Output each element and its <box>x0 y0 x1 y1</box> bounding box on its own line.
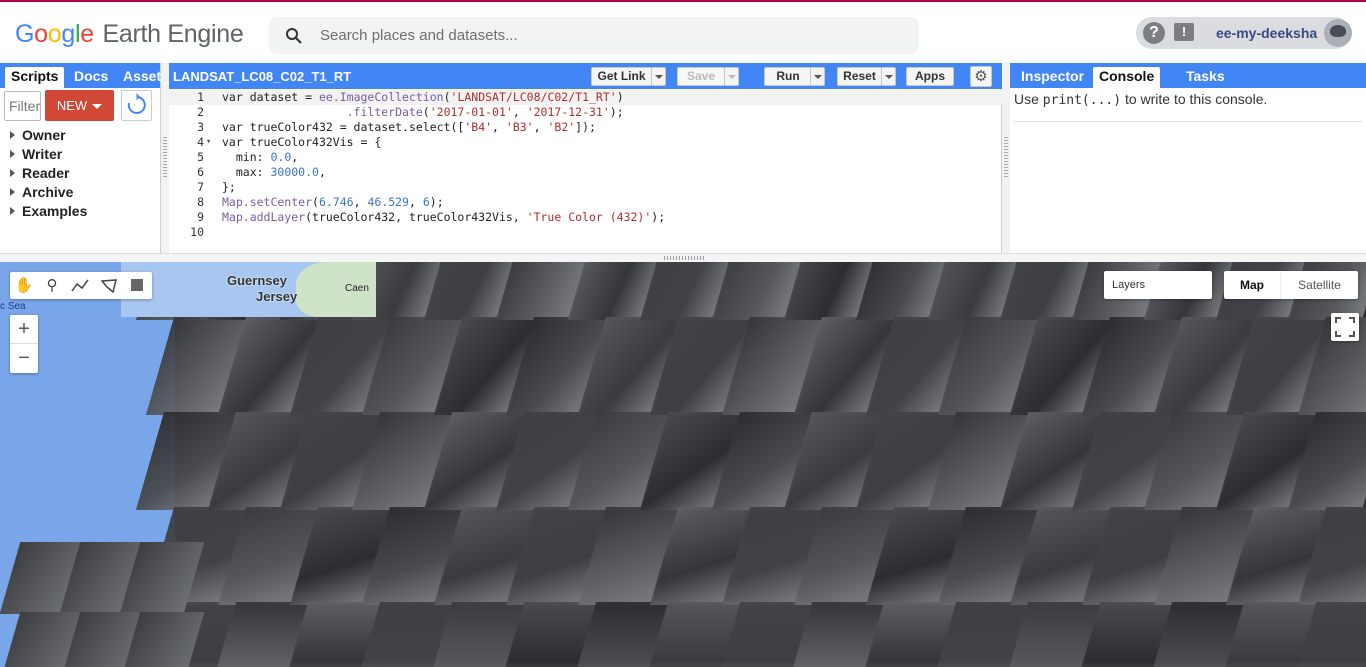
apps-button[interactable]: Apps <box>906 67 954 86</box>
get-link-button[interactable]: Get Link <box>591 67 652 86</box>
fullscreen-button[interactable] <box>1331 313 1359 341</box>
tree-item-examples[interactable]: Examples <box>10 202 87 221</box>
account-area: ? ! ee-my-deeksha <box>1136 17 1352 49</box>
expand-arrow-icon <box>10 131 15 139</box>
editor-toolbar: LANDSAT_LC08_C02_T1_RT Get Link Save Run… <box>169 63 1002 89</box>
chevron-down-icon <box>92 104 103 110</box>
polyline-icon[interactable] <box>66 272 94 299</box>
save-dropdown[interactable] <box>724 67 739 86</box>
tab-console[interactable]: Console <box>1093 67 1161 88</box>
right-splitter[interactable] <box>1002 63 1010 253</box>
new-button[interactable]: NEW <box>45 90 114 121</box>
expand-arrow-icon <box>10 188 15 196</box>
tab-inspector[interactable]: Inspector <box>1015 67 1090 88</box>
polygon-icon[interactable] <box>95 272 123 299</box>
code-line[interactable]: 1 var dataset = ee.ImageCollection('LANDS… <box>169 90 1002 105</box>
code-line[interactable]: 10 <box>169 225 1002 240</box>
code-line[interactable]: 6 max: 30000.0, <box>169 165 1002 180</box>
get-link-dropdown[interactable] <box>651 67 666 86</box>
code-line[interactable]: 9 Map.addLayer(trueColor432, trueColor432… <box>169 210 1002 225</box>
code-line[interactable]: 2 .filterDate('2017-01-01', '2017-12-31'… <box>169 105 1002 120</box>
code-line[interactable]: 8 Map.setCenter(6.746, 46.529, 6); <box>169 195 1002 210</box>
tree-item-archive[interactable]: Archive <box>10 183 87 202</box>
code-line[interactable]: 4 ▾ var trueColor432Vis = { <box>169 135 1002 150</box>
project-username[interactable]: ee-my-deeksha <box>1216 25 1317 41</box>
reset-dropdown[interactable] <box>881 67 896 86</box>
refresh-icon <box>127 93 146 114</box>
expand-arrow-icon <box>10 207 15 215</box>
place-label-jersey: Jersey <box>256 289 298 304</box>
avatar[interactable] <box>1324 19 1352 47</box>
tab-docs[interactable]: Docs <box>68 67 114 88</box>
zoom-controls: + − <box>10 315 38 373</box>
code-area[interactable]: 1 var dataset = ee.ImageCollection('LANDS… <box>169 90 1002 240</box>
zoom-in-button[interactable]: + <box>10 315 38 344</box>
left-splitter[interactable] <box>161 63 169 253</box>
script-title: LANDSAT_LC08_C02_T1_RT <box>173 69 352 84</box>
filter-scripts-input[interactable]: Filter scripts... <box>4 91 41 121</box>
app-header: Google Earth Engine ? ! ee-my-deeksha <box>0 2 1366 63</box>
tree-item-owner[interactable]: Owner <box>10 126 87 145</box>
scripts-panel: Scripts Docs Assets Filter scripts... NE… <box>0 63 161 253</box>
tab-tasks[interactable]: Tasks <box>1180 67 1231 88</box>
code-line[interactable]: 7}; <box>169 180 1002 195</box>
code-line[interactable]: 3 var trueColor432 = dataset.select(['B4'… <box>169 120 1002 135</box>
sea-label: c Sea <box>0 301 26 312</box>
refresh-button[interactable] <box>121 90 152 121</box>
script-tree: Owner Writer Reader Archive Examples <box>10 126 87 221</box>
tree-item-reader[interactable]: Reader <box>10 164 87 183</box>
expand-arrow-icon <box>10 150 15 158</box>
search-input[interactable] <box>320 17 900 54</box>
expand-arrow-icon <box>10 169 15 177</box>
pan-hand-icon[interactable]: ✋ <box>10 272 38 299</box>
reset-button[interactable]: Reset <box>837 67 882 86</box>
code-editor-panel: LANDSAT_LC08_C02_T1_RT Get Link Save Run… <box>169 63 1002 253</box>
tab-scripts[interactable]: Scripts <box>5 67 65 88</box>
search-icon[interactable] <box>285 27 303 45</box>
rectangle-icon[interactable] <box>123 272 151 299</box>
marker-icon[interactable]: ⚲ <box>38 272 66 299</box>
code-line[interactable]: 5 min: 0.0, <box>169 150 1002 165</box>
place-label-caen: Caen <box>345 283 369 294</box>
google-earth-engine-logo[interactable]: Google Earth Engine <box>15 20 244 49</box>
right-tab-bar: Inspector Console Tasks <box>1010 63 1366 88</box>
feedback-icon[interactable]: ! <box>1174 23 1194 41</box>
fold-arrow-icon[interactable]: ▾ <box>206 135 211 150</box>
run-dropdown[interactable] <box>810 67 825 86</box>
settings-gear-icon[interactable]: ⚙ <box>970 66 992 87</box>
console-hint: Use print(...) to write to this console. <box>1014 91 1268 108</box>
drawing-tools: ✋ ⚲ <box>10 272 152 299</box>
console-divider <box>1014 121 1362 122</box>
basemap-inset: Guernsey Jersey Caen <box>121 262 376 317</box>
map-type-toggle: Map Satellite <box>1224 271 1358 299</box>
map-view[interactable]: Guernsey Jersey Caen c Sea ✋ ⚲ + − Layer… <box>0 262 1366 667</box>
tab-assets[interactable]: Assets <box>117 67 161 88</box>
fullscreen-icon <box>1335 317 1355 337</box>
layers-dropdown[interactable]: Layers <box>1104 271 1212 299</box>
console-panel: Inspector Console Tasks Use print(...) t… <box>1010 63 1366 253</box>
place-label-guernsey: Guernsey <box>227 273 287 288</box>
map-type-map-button[interactable]: Map <box>1224 271 1280 299</box>
left-tab-bar: Scripts Docs Assets <box>0 63 161 88</box>
horizontal-splitter[interactable] <box>0 253 1366 262</box>
run-button[interactable]: Run <box>764 67 812 86</box>
save-button[interactable]: Save <box>677 67 725 86</box>
help-icon[interactable]: ? <box>1143 22 1165 44</box>
map-type-satellite-button[interactable]: Satellite <box>1280 271 1358 299</box>
tree-item-writer[interactable]: Writer <box>10 145 87 164</box>
zoom-out-button[interactable]: − <box>10 344 38 373</box>
search-bar[interactable] <box>269 17 919 54</box>
